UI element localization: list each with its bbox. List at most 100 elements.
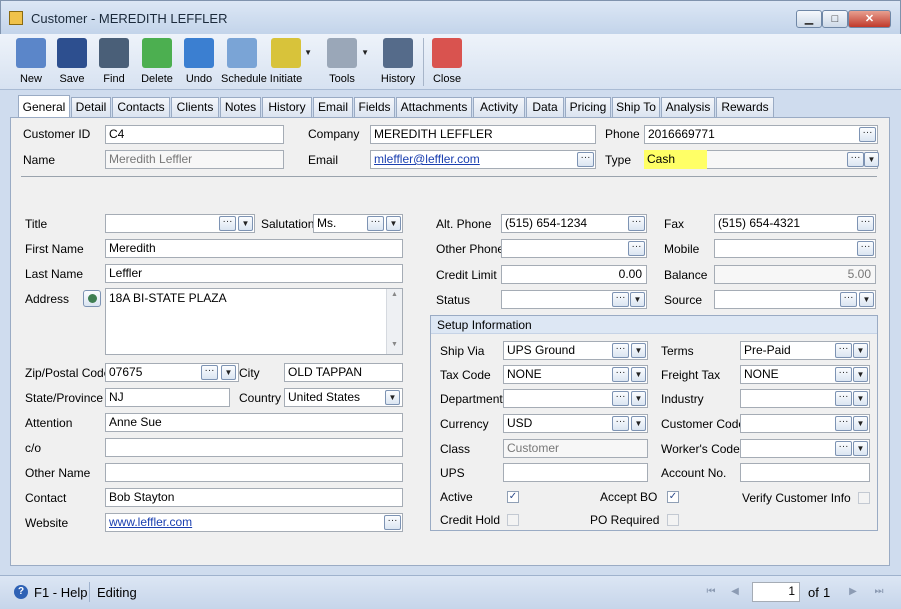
verify-customer-info-checkbox[interactable] [858, 492, 870, 504]
tools-button[interactable]: Tools ▼ [323, 34, 369, 90]
address-field[interactable]: 18A BI-STATE PLAZA [105, 288, 403, 355]
help-label[interactable]: F1 - Help [34, 585, 87, 600]
email-ellipsis-button[interactable]: ··· [577, 152, 594, 167]
map-globe-button[interactable] [83, 290, 101, 307]
department-ellipsis-button[interactable]: ··· [612, 391, 629, 406]
chevron-down-icon[interactable]: ▼ [304, 48, 312, 57]
tab-general[interactable]: General [18, 95, 70, 118]
credit-limit-field[interactable]: 0.00 [501, 265, 647, 284]
tab-clients[interactable]: Clients [171, 97, 219, 117]
ship-via-ellipsis-button[interactable]: ··· [612, 343, 629, 358]
address-scrollbar[interactable]: ▲ ▼ [386, 289, 402, 354]
close-window-button[interactable]: ✕ [848, 10, 891, 28]
workers-code-dropdown-chevron-icon[interactable]: ▼ [853, 441, 868, 456]
fax-field[interactable]: (515) 654-4321 [714, 214, 876, 233]
workers-code-ellipsis-button[interactable]: ··· [835, 441, 852, 456]
terms-dropdown-chevron-icon[interactable]: ▼ [853, 343, 868, 358]
close-button[interactable]: Close [430, 34, 464, 90]
schedule-button[interactable]: Schedule [221, 34, 267, 90]
currency-ellipsis-button[interactable]: ··· [612, 416, 629, 431]
title-dropdown-chevron-icon[interactable]: ▼ [238, 216, 253, 231]
phone-field[interactable]: 2016669771 [644, 125, 878, 144]
zip-dropdown-chevron-icon[interactable]: ▼ [221, 365, 236, 380]
initiate-button[interactable]: Initiate ▼ [268, 34, 312, 90]
zip-field[interactable]: 07675 [105, 363, 239, 382]
co-field[interactable] [105, 438, 403, 457]
fax-ellipsis-button[interactable]: ··· [857, 216, 874, 231]
company-field[interactable]: MEREDITH LEFFLER [370, 125, 596, 144]
new-button[interactable]: New [14, 34, 48, 90]
department-dropdown-chevron-icon[interactable]: ▼ [631, 391, 646, 406]
previous-page-icon[interactable]: ◀ [727, 584, 743, 600]
type-ellipsis-button[interactable]: ··· [847, 152, 864, 167]
source-ellipsis-button[interactable]: ··· [840, 292, 857, 307]
other-phone-field[interactable] [501, 239, 647, 258]
freight-tax-ellipsis-button[interactable]: ··· [835, 367, 852, 382]
tab-email[interactable]: Email [313, 97, 353, 117]
industry-dropdown-chevron-icon[interactable]: ▼ [853, 391, 868, 406]
accept-bo-checkbox[interactable]: ✓ [667, 491, 679, 503]
country-dropdown-chevron-icon[interactable]: ▼ [385, 390, 400, 405]
mobile-ellipsis-button[interactable]: ··· [857, 241, 874, 256]
phone-ellipsis-button[interactable]: ··· [859, 127, 876, 142]
other-phone-ellipsis-button[interactable]: ··· [628, 241, 645, 256]
customer-id-field[interactable]: C4 [105, 125, 284, 144]
minimize-button[interactable]: ▁ [796, 10, 822, 28]
next-page-icon[interactable]: ▶ [845, 584, 861, 600]
salutation-ellipsis-button[interactable]: ··· [367, 216, 384, 231]
scroll-down-icon[interactable]: ▼ [391, 341, 398, 348]
find-button[interactable]: Find [97, 34, 131, 90]
customer-code-dropdown-chevron-icon[interactable]: ▼ [853, 416, 868, 431]
email-field[interactable]: mleffler@leffler.com [370, 150, 596, 169]
terms-ellipsis-button[interactable]: ··· [835, 343, 852, 358]
status-ellipsis-button[interactable]: ··· [612, 292, 629, 307]
currency-dropdown-chevron-icon[interactable]: ▼ [631, 416, 646, 431]
tax-code-ellipsis-button[interactable]: ··· [612, 367, 629, 382]
help-icon[interactable]: ? [14, 585, 28, 599]
page-number-input[interactable]: 1 [752, 582, 800, 602]
tab-pricing[interactable]: Pricing [565, 97, 611, 117]
freight-tax-dropdown-chevron-icon[interactable]: ▼ [853, 367, 868, 382]
active-checkbox[interactable]: ✓ [507, 491, 519, 503]
undo-button[interactable]: Undo [182, 34, 216, 90]
first-page-icon[interactable]: ⏮ [703, 584, 719, 600]
salutation-dropdown-chevron-icon[interactable]: ▼ [386, 216, 401, 231]
tab-attachments[interactable]: Attachments [396, 97, 472, 117]
po-required-checkbox[interactable] [667, 514, 679, 526]
source-dropdown-chevron-icon[interactable]: ▼ [859, 292, 874, 307]
tax-code-dropdown-chevron-icon[interactable]: ▼ [631, 367, 646, 382]
credit-hold-checkbox[interactable] [507, 514, 519, 526]
website-ellipsis-button[interactable]: ··· [384, 515, 401, 530]
alt-phone-ellipsis-button[interactable]: ··· [628, 216, 645, 231]
account-no-field[interactable] [740, 463, 870, 482]
city-field[interactable]: OLD TAPPAN [284, 363, 403, 382]
tab-activity[interactable]: Activity [473, 97, 525, 117]
delete-button[interactable]: Delete [139, 34, 175, 90]
type-dropdown-chevron-icon[interactable]: ▼ [864, 152, 879, 167]
chevron-down-icon[interactable]: ▼ [361, 48, 369, 57]
alt-phone-field[interactable]: (515) 654-1234 [501, 214, 647, 233]
state-field[interactable]: NJ [105, 388, 230, 407]
tab-contacts[interactable]: Contacts [112, 97, 170, 117]
tab-rewards[interactable]: Rewards [716, 97, 774, 117]
first-name-field[interactable]: Meredith [105, 239, 403, 258]
other-name-field[interactable] [105, 463, 403, 482]
maximize-button[interactable]: □ [822, 10, 848, 28]
website-field[interactable]: www.leffler.com [105, 513, 403, 532]
scroll-up-icon[interactable]: ▲ [391, 291, 398, 298]
history-button[interactable]: History [378, 34, 418, 90]
last-name-field[interactable]: Leffler [105, 264, 403, 283]
tab-ship-to[interactable]: Ship To [612, 97, 660, 117]
zip-ellipsis-button[interactable]: ··· [201, 365, 218, 380]
title-ellipsis-button[interactable]: ··· [219, 216, 236, 231]
tab-notes[interactable]: Notes [220, 97, 261, 117]
ups-field[interactable] [503, 463, 648, 482]
last-page-icon[interactable]: ⏭ [871, 584, 887, 600]
tab-data[interactable]: Data [526, 97, 564, 117]
tab-history[interactable]: History [262, 97, 312, 117]
customer-code-ellipsis-button[interactable]: ··· [835, 416, 852, 431]
save-button[interactable]: Save [55, 34, 89, 90]
tab-detail[interactable]: Detail [71, 97, 111, 117]
attention-field[interactable]: Anne Sue [105, 413, 403, 432]
tab-analysis[interactable]: Analysis [661, 97, 715, 117]
